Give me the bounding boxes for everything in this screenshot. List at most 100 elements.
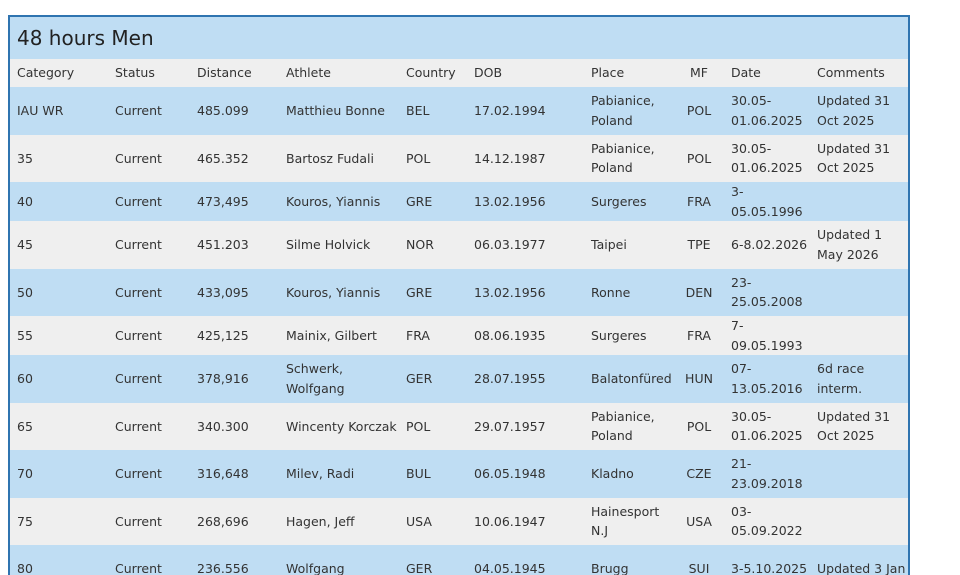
cell-date: 7-09.05.1993 [731,318,803,353]
cell-comments: Updated 31 Oct 2025 [817,140,891,176]
cell-status: Current [115,193,162,209]
records-table-panel: 48 hours Men Category Status Distance At… [8,15,910,575]
cell-place: Pabianice, Poland [591,408,655,444]
cell-mf: USA [686,513,712,529]
column-header-comments: Comments [817,65,885,81]
cell-distance: 425,125 [197,327,249,343]
table-row: 40 Current 473,495 Kouros, Yiannis GRE 13.02.… [10,182,908,221]
cell-dob: 13.02.1956 [474,193,546,209]
cell-dob: 06.05.1948 [474,466,546,481]
cell-place: Ronne [591,284,631,300]
cell-category: 65 [17,418,33,434]
table-row: 70 Current 316,648 Milev, Radi BUL 06.05.1948… [10,450,908,498]
cell-mf: CZE [686,466,712,481]
cell-comments: Updated 31 Oct 2025 [817,93,891,128]
cell-place: Kladno [591,466,634,481]
cell-country: BUL [406,466,431,481]
cell-place: Pabianice, Poland [591,93,655,128]
cell-athlete: Mainix, Gilbert [286,327,377,343]
cell-date: 07-13.05.2016 [731,361,803,396]
cell-comments: Updated 1 May 2026 [817,227,883,262]
cell-comments: 6d race interm. [817,361,865,396]
cell-status: Current [115,284,162,300]
cell-distance: 236.556 [197,561,249,575]
cell-status: Current [115,150,162,166]
cell-place: Taipei [591,237,627,252]
cell-date: 6-8.02.2026 [731,237,808,252]
cell-mf: TPE [687,237,711,252]
table-row: 35 Current 465.352 Bartosz Fudali POL 14.12.1… [10,134,908,182]
cell-athlete: Kouros, Yiannis [286,193,381,209]
column-header-date: Date [731,65,761,81]
cell-place: Hainesport N.J [591,503,660,539]
cell-comments: Updated 31 Oct 2025 [817,408,891,444]
cell-athlete: Wolfgang [286,561,345,575]
cell-place: Surgeres [591,193,647,209]
cell-mf: POL [686,103,712,118]
cell-dob: 29.07.1957 [474,418,546,434]
cell-mf: POL [686,418,712,434]
cell-date: 3-05.05.1996 [731,184,803,219]
cell-country: BEL [406,103,430,118]
cell-date: 03-05.09.2022 [731,503,803,539]
column-header-place: Place [591,65,625,81]
cell-mf: FRA [687,327,711,343]
cell-status: Current [115,103,162,118]
cell-distance: 473,495 [197,193,249,209]
column-header-country: Country [406,65,456,81]
cell-category: 75 [17,513,33,529]
cell-mf: DEN [685,284,713,300]
cell-comments [810,498,908,546]
cell-country: NOR [406,237,434,252]
column-header-dob: DOB [474,65,503,81]
cell-category: 35 [17,150,33,166]
cell-mf: POL [686,150,712,166]
table-header-row: Category Status Distance Athlete Country… [10,59,908,87]
cell-athlete: Schwerk, Wolfgang [286,361,345,396]
cell-country: FRA [406,327,430,343]
records-table: Category Status Distance Athlete Country… [10,59,908,575]
cell-place: Brugg [591,561,629,575]
cell-dob: 04.05.1945 [474,561,546,575]
cell-athlete: Kouros, Yiannis [286,284,381,300]
cell-comments [810,450,908,498]
table-row: 65 Current 340.300 Wincenty Korczak POL 29.07… [10,402,908,450]
cell-status: Current [115,418,162,434]
cell-date: 23-25.05.2008 [731,274,803,310]
cell-category: 45 [17,237,33,252]
cell-date: 3-5.10.2025 [731,561,808,575]
cell-place: Surgeres [591,327,647,343]
cell-distance: 340.300 [197,418,249,434]
table-row: 55 Current 425,125 Mainix, Gilbert FRA 08.06.… [10,316,908,355]
cell-distance: 268,696 [197,513,249,529]
cell-country: USA [406,513,432,529]
cell-status: Current [115,237,162,252]
cell-category: 80 [17,561,33,575]
table-row: 80 Current 236.556 Wolfgang GER 04.05.1945 Bru… [10,545,908,575]
cell-distance: 485.099 [197,103,249,118]
cell-category: 60 [17,371,33,386]
cell-comments: Updated 3 Jan [817,561,906,575]
cell-date: 21-23.09.2018 [731,456,803,491]
cell-country: GRE [406,284,433,300]
cell-dob: 13.02.1956 [474,284,546,300]
cell-country: GRE [406,193,433,209]
cell-mf: FRA [687,193,711,209]
cell-mf: SUI [688,561,710,575]
column-header-status: Status [115,65,155,81]
cell-place: Pabianice, Poland [591,140,655,176]
cell-mf: HUN [685,371,713,386]
column-header-distance: Distance [197,65,252,81]
column-header-mf: MF [690,65,708,81]
cell-dob: 14.12.1987 [474,150,546,166]
cell-comments [810,269,908,317]
cell-country: GER [406,371,433,386]
column-header-athlete: Athlete [286,65,331,81]
cell-country: POL [406,418,431,434]
cell-dob: 08.06.1935 [474,327,546,343]
cell-date: 30.05-01.06.2025 [731,408,803,444]
cell-comments [810,182,908,221]
cell-status: Current [115,513,162,529]
cell-place: Balatonfüred [591,371,672,386]
cell-distance: 451.203 [197,237,249,252]
